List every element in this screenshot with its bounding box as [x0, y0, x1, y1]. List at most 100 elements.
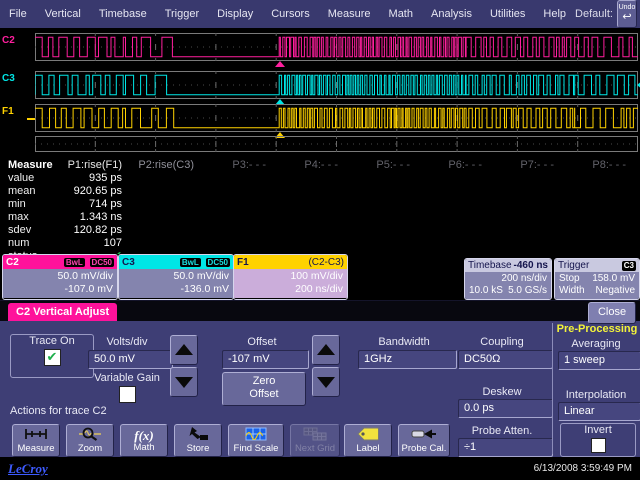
menu-trigger[interactable]: Trigger: [156, 8, 208, 20]
action-label: Find Scale: [234, 444, 279, 454]
c3-descriptor-box[interactable]: C3 BwL DC50 50.0 mV/div -136.0 mV: [118, 254, 234, 300]
f1-descriptor-box[interactable]: F1 (C2-C3) 100 mV/div 200 ns/div: [233, 254, 348, 300]
trigger-descriptor-box[interactable]: Trigger C3 Stop 158.0 mV Width Negative: [554, 258, 640, 300]
measure-param-header-p5[interactable]: P5:- - -: [352, 159, 424, 172]
measure-max-p6: [424, 211, 496, 224]
math-button[interactable]: f(x)Math: [120, 424, 168, 457]
probe-cal-button[interactable]: Probe Cal.: [398, 424, 450, 457]
measure-sdev-p5: [352, 224, 424, 237]
measure-sdev-p4: [280, 224, 352, 237]
invert-checkbox[interactable]: [591, 438, 606, 453]
c3-volts-per-div: 50.0 mV/div: [123, 270, 229, 283]
measure-mean-p8: [568, 185, 640, 198]
measure-mean-p4: [280, 185, 352, 198]
interpolation-field[interactable]: Linear: [558, 402, 640, 421]
timebase-samples: 10.0 kS: [469, 285, 503, 297]
menu-timebase[interactable]: Timebase: [90, 8, 156, 20]
undo-label: Undo: [619, 4, 636, 11]
menu-math[interactable]: Math: [380, 8, 422, 20]
close-button[interactable]: Close: [588, 302, 636, 324]
measure-param-header-p2[interactable]: P2:rise(C3): [136, 159, 208, 172]
averaging-label: Averaging: [558, 338, 634, 350]
trace-on-group: Trace On ✔: [10, 334, 94, 378]
measure-value-p8: [568, 172, 640, 185]
offset-decrease-button[interactable]: [312, 367, 340, 397]
measure-max-p5: [352, 211, 424, 224]
offset-increase-button[interactable]: [312, 335, 340, 365]
find-scale-button[interactable]: Find Scale: [228, 424, 284, 457]
measure-num-p1: 107: [64, 237, 136, 250]
trigger-level: 158.0 mV: [592, 273, 635, 285]
zero-offset-button[interactable]: Zero Offset: [222, 372, 306, 406]
label-button[interactable]: Label: [344, 424, 392, 457]
preprocessing-title: Pre-Processing: [554, 323, 640, 335]
measure-min-p7: [496, 198, 568, 211]
timebase-descriptor-box[interactable]: Timebase -460 ns 200 ns/div 10.0 kS 5.0 …: [464, 258, 552, 300]
c2-dc50-badge: DC50: [90, 258, 114, 267]
menu-cursors[interactable]: Cursors: [262, 8, 319, 20]
trigger-title: Trigger: [558, 260, 589, 271]
invert-group: Invert: [560, 423, 636, 457]
measure-sdev-p7: [496, 224, 568, 237]
measure-param-header-p3[interactable]: P3:- - -: [208, 159, 280, 172]
c2-descriptor-box[interactable]: C2 BwL DC50 50.0 mV/div -107.0 mV: [2, 254, 118, 300]
volts-div-field[interactable]: 50.0 mV: [88, 350, 173, 369]
default-setup-label: Default:: [575, 8, 617, 20]
averaging-field[interactable]: 1 sweep: [558, 351, 640, 370]
f1-volts-per-div: 100 mV/div: [238, 270, 343, 283]
bandwidth-field[interactable]: 1GHz: [358, 350, 457, 369]
measure-button[interactable]: Measure: [12, 424, 60, 457]
volts-div-decrease-button[interactable]: [170, 367, 198, 397]
zero-offset-label: Zero Offset: [244, 375, 284, 401]
status-bar: LeCroy 6/13/2008 3:59:49 PM: [0, 457, 640, 480]
measure-value-p5: [352, 172, 424, 185]
measure-mean-p7: [496, 185, 568, 198]
menu-bar: FileVerticalTimebaseTriggerDisplayCursor…: [0, 0, 640, 28]
action-label: Math: [133, 443, 154, 453]
menu-analysis[interactable]: Analysis: [422, 8, 481, 20]
measure-num-p5: [352, 237, 424, 250]
measure-min-p5: [352, 198, 424, 211]
zoom-button[interactable]: Zoom: [66, 424, 114, 457]
action-label: Probe Cal.: [402, 444, 447, 454]
measure-num-p8: [568, 237, 640, 250]
trace-on-label: Trace On: [11, 335, 93, 347]
store-button[interactable]: Store: [174, 424, 222, 457]
offset-label: Offset: [222, 336, 302, 348]
offset-field[interactable]: -107 mV: [222, 350, 309, 369]
empty-grid: [35, 136, 638, 152]
measure-param-header-p7[interactable]: P7:- - -: [496, 159, 568, 172]
menu-display[interactable]: Display: [208, 8, 262, 20]
measure-sdev-p1: 120.82 ps: [64, 224, 136, 237]
lecroy-logo: LeCroy: [8, 461, 48, 477]
c3-offset-readout: -136.0 mV: [123, 283, 229, 296]
timebase-delay: -460 ns: [514, 260, 548, 271]
tab-c2-vertical-adjust[interactable]: C2 Vertical Adjust: [8, 303, 117, 321]
timebase-title: Timebase: [468, 260, 512, 271]
deskew-field[interactable]: 0.0 ps: [458, 399, 553, 418]
undo-button[interactable]: Undo ↩: [617, 0, 637, 28]
volts-div-increase-button[interactable]: [170, 335, 198, 365]
measure-param-header-p1[interactable]: P1:rise(F1): [64, 159, 136, 172]
menu-utilities[interactable]: Utilities: [481, 8, 534, 20]
menu-help[interactable]: Help: [534, 8, 575, 20]
f1-name: F1: [237, 257, 249, 268]
measure-param-header-p4[interactable]: P4:- - -: [280, 159, 352, 172]
measure-param-header-p8[interactable]: P8:- - -: [568, 159, 640, 172]
coupling-field[interactable]: DC50Ω: [458, 350, 553, 369]
math-icon: f(x): [134, 429, 154, 443]
measure-min-p6: [424, 198, 496, 211]
c2-trigger-time-marker[interactable]: [275, 61, 285, 67]
action-label: Next Grid: [295, 444, 335, 454]
measure-sdev-p2: [136, 224, 208, 237]
variable-gain-label: Variable Gain: [88, 372, 166, 384]
menu-file[interactable]: File: [0, 8, 36, 20]
trace-on-checkbox[interactable]: ✔: [44, 349, 61, 366]
f1-zero-level-marker: [27, 118, 35, 120]
probe-atten-field[interactable]: ÷1: [458, 438, 553, 457]
variable-gain-checkbox[interactable]: [119, 386, 136, 403]
up-arrow-icon: [317, 344, 335, 355]
menu-measure[interactable]: Measure: [319, 8, 380, 20]
measure-param-header-p6[interactable]: P6:- - -: [424, 159, 496, 172]
menu-vertical[interactable]: Vertical: [36, 8, 90, 20]
